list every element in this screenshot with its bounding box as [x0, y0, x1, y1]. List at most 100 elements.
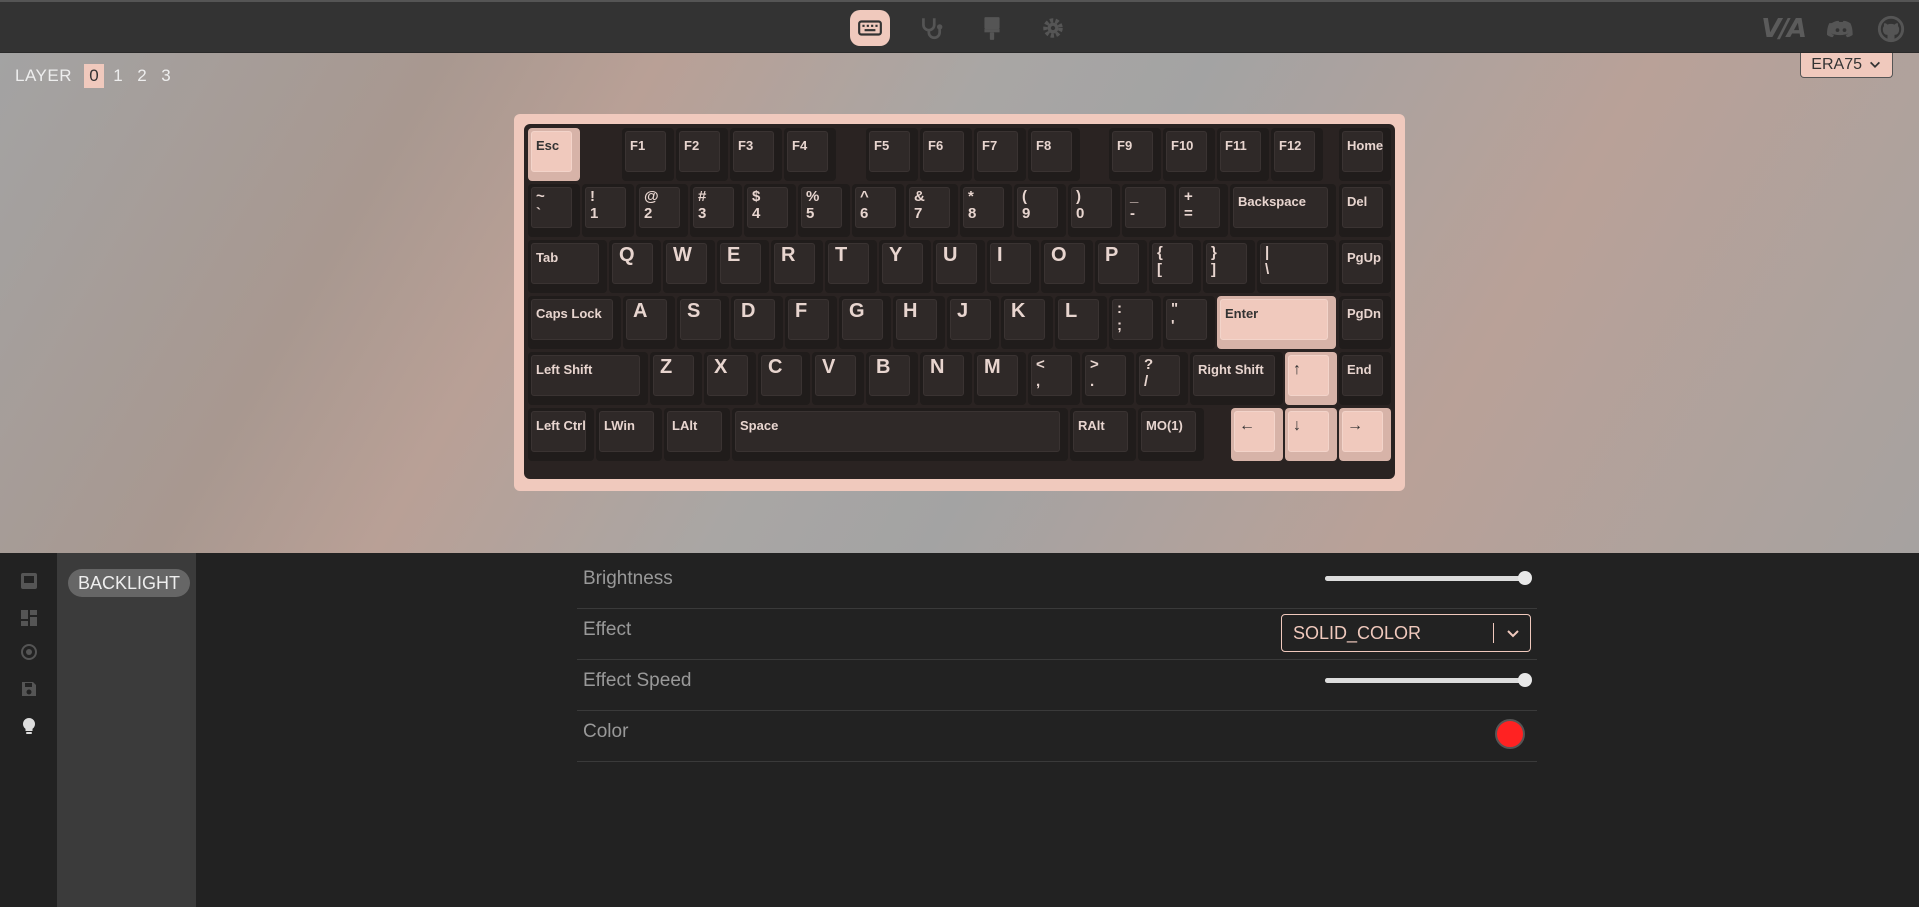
layer-button-3[interactable]: 3 — [156, 64, 176, 88]
key-f10[interactable]: F10 — [1163, 128, 1215, 181]
brightness-slider[interactable] — [1325, 571, 1532, 585]
key-g[interactable]: G — [839, 296, 891, 349]
key-del[interactable]: Del — [1339, 184, 1391, 237]
key-f12[interactable]: F12 — [1271, 128, 1323, 181]
key-f9[interactable]: F9 — [1109, 128, 1161, 181]
key-slash[interactable]: ? / — [1136, 352, 1188, 405]
key-left-ctrl[interactable]: Left Ctrl — [528, 408, 594, 461]
key-caps-lock[interactable]: Caps Lock — [528, 296, 621, 349]
key-f4[interactable]: F4 — [784, 128, 836, 181]
effect-select[interactable]: SOLID_COLOR — [1281, 614, 1531, 652]
key-left-bracket[interactable]: { [ — [1149, 240, 1201, 293]
key-esc[interactable]: Esc — [528, 128, 580, 181]
key-o[interactable]: O — [1041, 240, 1093, 293]
key-ralt[interactable]: RAlt — [1070, 408, 1136, 461]
key-d[interactable]: D — [731, 296, 783, 349]
slider-thumb[interactable] — [1518, 673, 1532, 687]
key-e[interactable]: E — [717, 240, 769, 293]
key-f11[interactable]: F11 — [1217, 128, 1269, 181]
nav-design[interactable] — [972, 10, 1012, 46]
key-w[interactable]: W — [663, 240, 715, 293]
key-f1[interactable]: F1 — [622, 128, 674, 181]
side-keymap[interactable] — [19, 571, 39, 591]
nav-configure[interactable] — [850, 10, 890, 46]
key-f6[interactable]: F6 — [920, 128, 972, 181]
key-backslash[interactable]: | \ — [1257, 240, 1336, 293]
key-pgdn[interactable]: PgDn — [1339, 296, 1391, 349]
layer-button-1[interactable]: 1 — [108, 64, 128, 88]
side-macros[interactable] — [19, 642, 39, 662]
key-semicolon[interactable]: : ; — [1109, 296, 1161, 349]
key-4[interactable]: $ 4 — [744, 184, 796, 237]
nav-test[interactable] — [911, 10, 951, 46]
nav-settings[interactable] — [1033, 10, 1073, 46]
key-right-bracket[interactable]: } ] — [1203, 240, 1255, 293]
layer-button-0[interactable]: 0 — [84, 64, 104, 88]
key-up[interactable]: ↑ — [1285, 352, 1337, 405]
key-space[interactable]: Space — [732, 408, 1068, 461]
side-save-load[interactable] — [19, 679, 39, 699]
chevron-down-icon[interactable] — [1505, 625, 1521, 641]
key-l[interactable]: L — [1055, 296, 1107, 349]
key-minus[interactable]: _ - — [1122, 184, 1174, 237]
key-h[interactable]: H — [893, 296, 945, 349]
key-tab[interactable]: Tab — [528, 240, 607, 293]
key-comma[interactable]: < , — [1028, 352, 1080, 405]
key-backspace[interactable]: Backspace — [1230, 184, 1336, 237]
key-3[interactable]: # 3 — [690, 184, 742, 237]
key-a[interactable]: A — [623, 296, 675, 349]
key-0[interactable]: ) 0 — [1068, 184, 1120, 237]
side-lighting[interactable] — [19, 716, 39, 736]
key-equal[interactable]: + = — [1176, 184, 1228, 237]
key-right-shift[interactable]: Right Shift — [1190, 352, 1283, 405]
key-y[interactable]: Y — [879, 240, 931, 293]
key-left[interactable]: ← — [1231, 408, 1283, 461]
key-k[interactable]: K — [1001, 296, 1053, 349]
key-f[interactable]: F — [785, 296, 837, 349]
key-u[interactable]: U — [933, 240, 985, 293]
key-t[interactable]: T — [825, 240, 877, 293]
key-n[interactable]: N — [920, 352, 972, 405]
key-home[interactable]: Home — [1339, 128, 1391, 181]
github-icon[interactable] — [1877, 15, 1905, 43]
key-8[interactable]: * 8 — [960, 184, 1012, 237]
key-lwin[interactable]: LWin — [596, 408, 662, 461]
key-f3[interactable]: F3 — [730, 128, 782, 181]
key-v[interactable]: V — [812, 352, 864, 405]
key-i[interactable]: I — [987, 240, 1039, 293]
key-p[interactable]: P — [1095, 240, 1147, 293]
key-f2[interactable]: F2 — [676, 128, 728, 181]
key-quote[interactable]: " ' — [1163, 296, 1215, 349]
key-grave[interactable]: ~ ` — [528, 184, 580, 237]
key-f7[interactable]: F7 — [974, 128, 1026, 181]
menu-item-backlight[interactable]: BACKLIGHT — [68, 569, 191, 597]
key-c[interactable]: C — [758, 352, 810, 405]
key-q[interactable]: Q — [609, 240, 661, 293]
discord-icon[interactable] — [1827, 15, 1855, 43]
key-end[interactable]: End — [1339, 352, 1391, 405]
key-s[interactable]: S — [677, 296, 729, 349]
key-2[interactable]: @ 2 — [636, 184, 688, 237]
key-j[interactable]: J — [947, 296, 999, 349]
key-1[interactable]: ! 1 — [582, 184, 634, 237]
device-selector[interactable]: ERA75 — [1800, 53, 1893, 78]
side-layouts[interactable] — [19, 608, 39, 628]
key-b[interactable]: B — [866, 352, 918, 405]
key-mo1[interactable]: MO(1) — [1138, 408, 1204, 461]
effect-speed-slider[interactable] — [1325, 673, 1532, 687]
key-lalt[interactable]: LAlt — [664, 408, 730, 461]
key-left-shift[interactable]: Left Shift — [528, 352, 648, 405]
layer-button-2[interactable]: 2 — [132, 64, 152, 88]
slider-thumb[interactable] — [1518, 571, 1532, 585]
key-7[interactable]: & 7 — [906, 184, 958, 237]
key-m[interactable]: M — [974, 352, 1026, 405]
color-picker-swatch[interactable] — [1495, 719, 1525, 749]
key-down[interactable]: ↓ — [1285, 408, 1337, 461]
key-enter[interactable]: Enter — [1217, 296, 1336, 349]
key-f8[interactable]: F8 — [1028, 128, 1080, 181]
key-right[interactable]: → — [1339, 408, 1391, 461]
key-5[interactable]: % 5 — [798, 184, 850, 237]
key-x[interactable]: X — [704, 352, 756, 405]
key-z[interactable]: Z — [650, 352, 702, 405]
key-6[interactable]: ^ 6 — [852, 184, 904, 237]
